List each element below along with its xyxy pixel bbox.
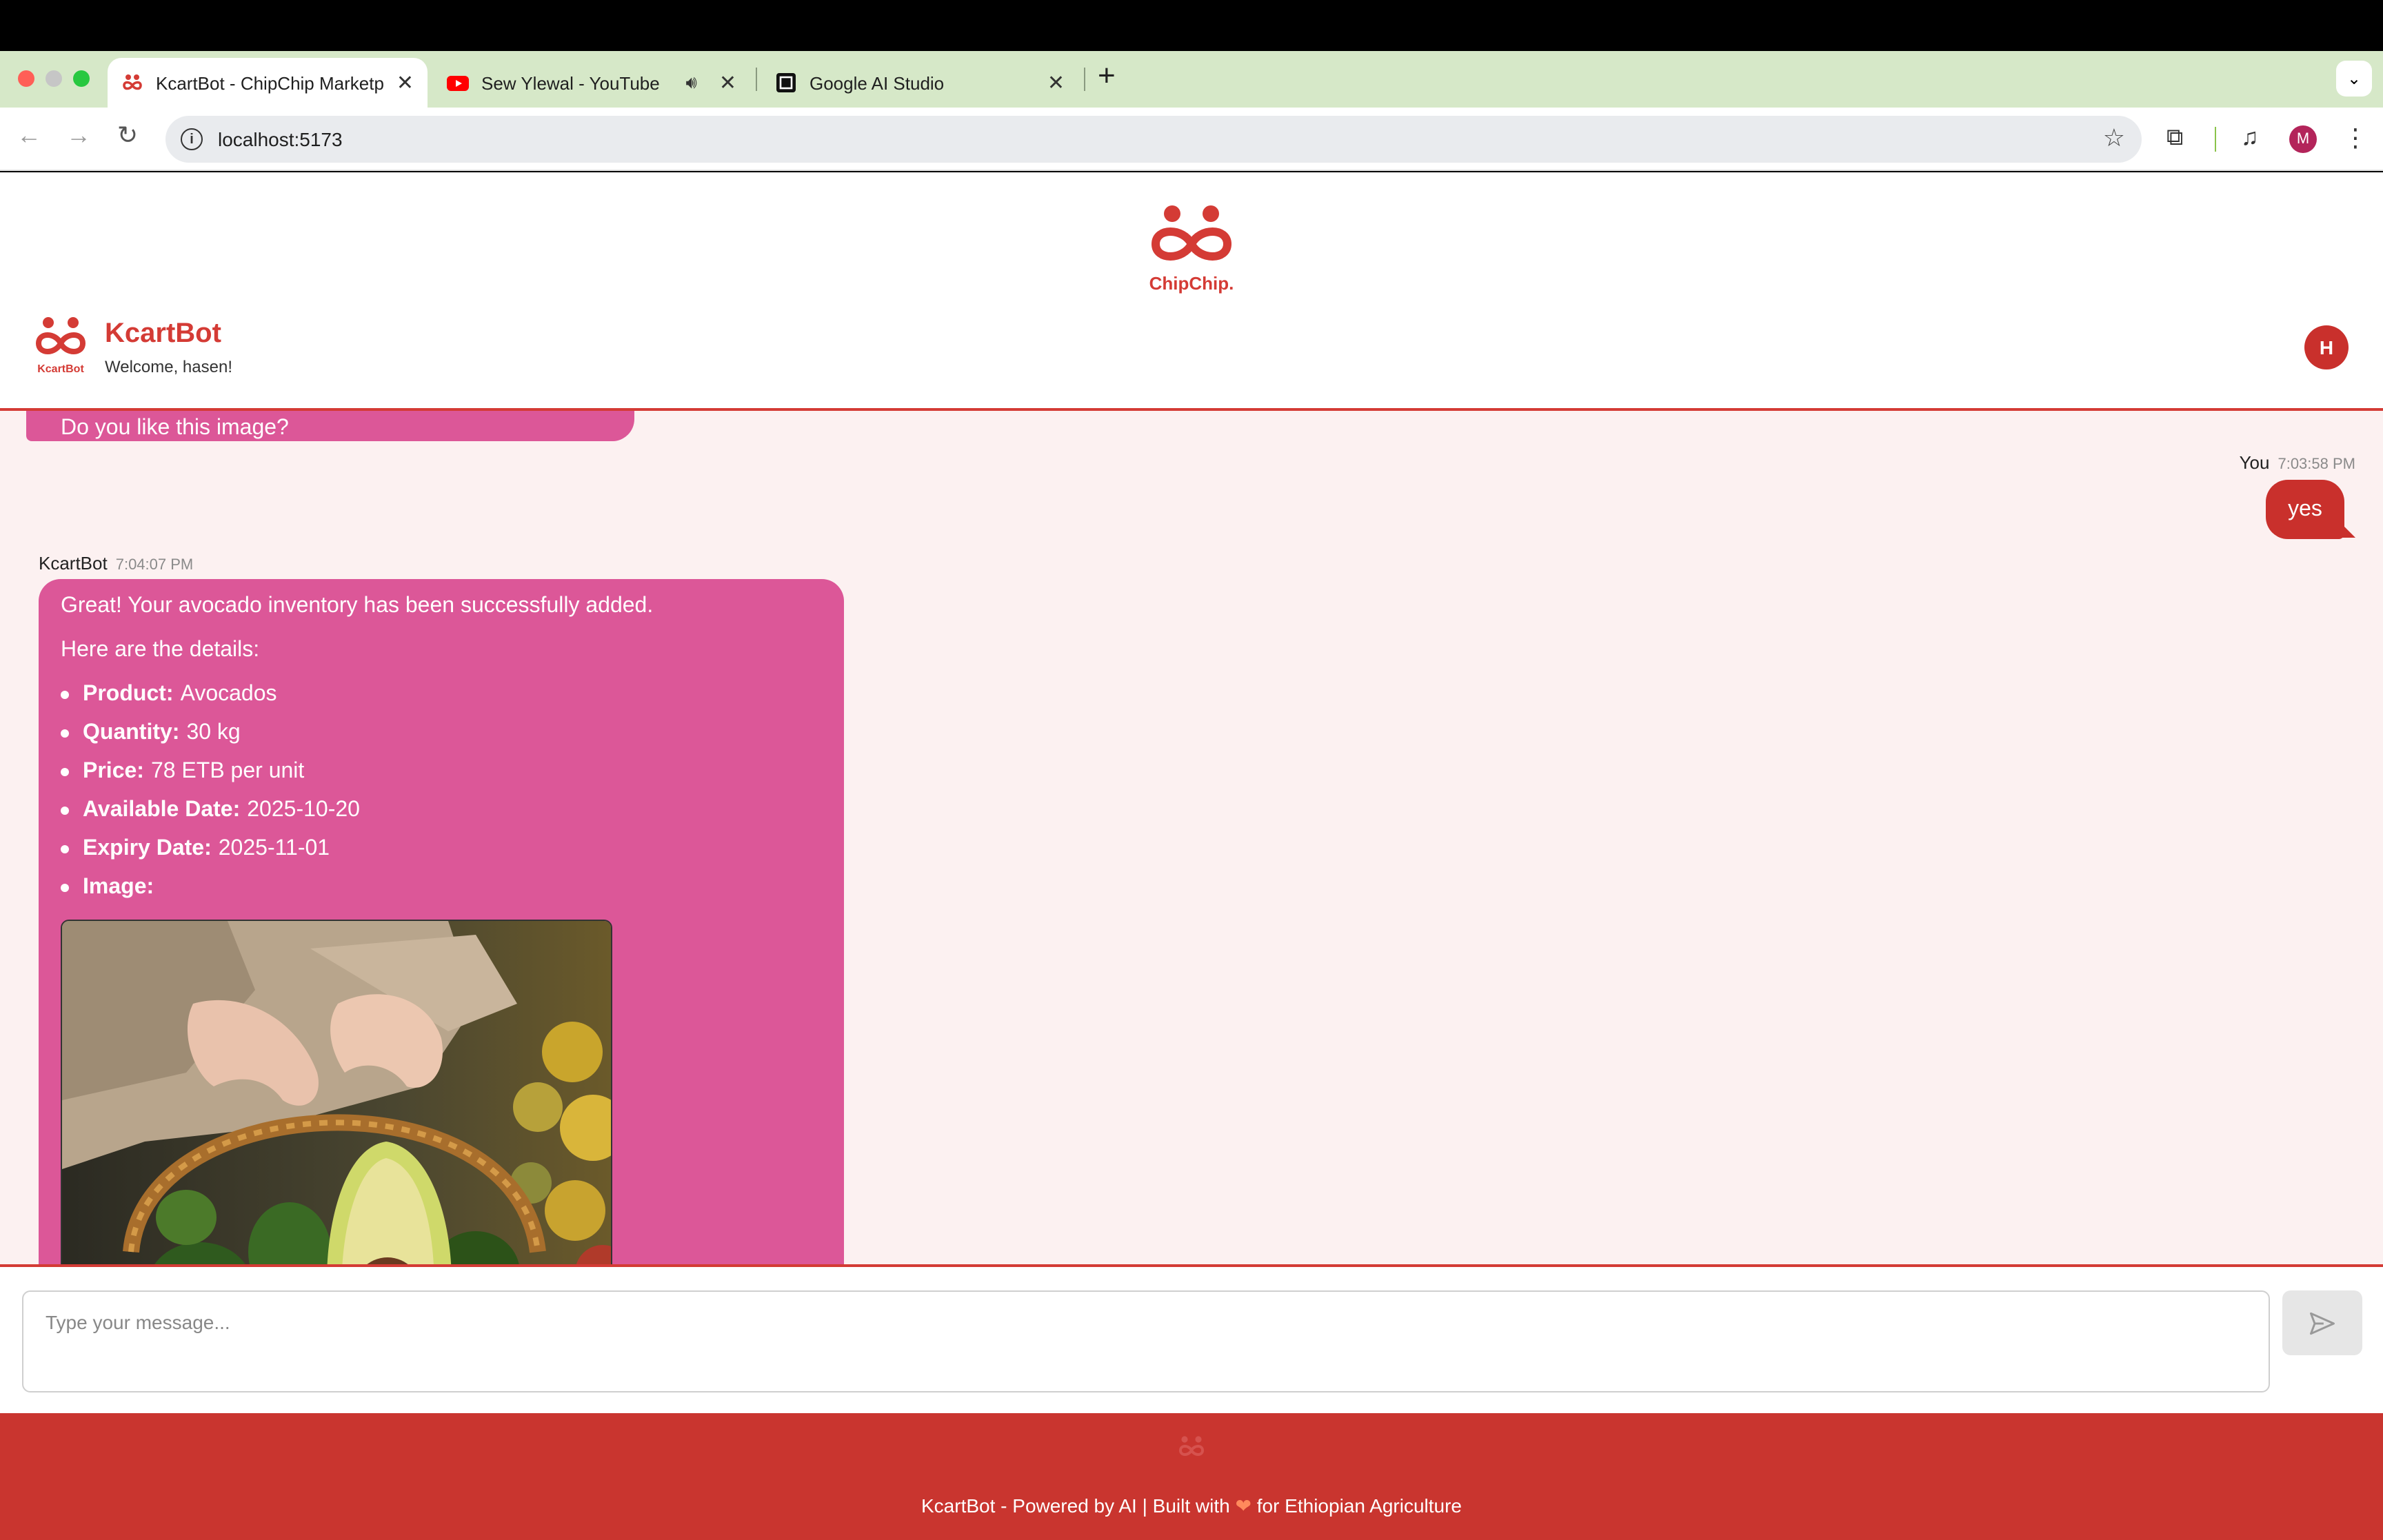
send-icon <box>2310 1311 2335 1335</box>
footer-text-start: KcartBot - Powered by AI | Built with <box>921 1495 1230 1517</box>
youtube-icon <box>447 76 469 91</box>
footer-text: KcartBot - Powered by AI | Built with ❤ … <box>0 1495 2383 1518</box>
tab-title: Sew Ylewal - YouTube <box>481 72 660 93</box>
user-message-bubble: yes <box>2266 480 2344 539</box>
app-header: ChipChip. KcartBot KcartBot Welcome, has… <box>0 172 2383 411</box>
speaker-icon[interactable]: 🔊︎ <box>685 72 696 94</box>
bot-sender: KcartBot <box>39 553 108 574</box>
bot-message-time: 7:04:07 PM <box>115 557 194 574</box>
chipchip-logo: ChipChip. <box>1142 203 1241 294</box>
url-text[interactable]: localhost:5173 <box>218 128 343 150</box>
browser-toolbar: ← → ↻ i localhost:5173 ☆ ⧉ ♫ M ⋮ <box>0 108 2383 171</box>
reload-icon[interactable]: ↻ <box>117 121 138 150</box>
bot-intro-text: Great! Your avocado inventory has been s… <box>61 594 654 618</box>
kcartbot-logo-icon <box>35 317 86 354</box>
back-icon[interactable]: ← <box>17 121 41 150</box>
bot-message-bubble: Great! Your avocado inventory has been s… <box>39 579 844 1264</box>
footer: KcartBot - Powered by AI | Built with ❤ … <box>0 1413 2383 1540</box>
close-tab-icon[interactable]: ✕ <box>396 70 414 95</box>
footer-text-end: for Ethiopian Agriculture <box>1256 1495 1462 1517</box>
page-title: KcartBot <box>105 318 221 349</box>
user-message-text: yes <box>2288 497 2322 520</box>
tab-title: Google AI Studio <box>810 72 945 93</box>
tab-search-chevron-icon[interactable]: ⌄ <box>2336 61 2372 97</box>
maximize-window-button[interactable] <box>73 70 90 87</box>
toolbar-divider <box>2215 127 2216 152</box>
list-item: Product: Avocados <box>61 682 277 707</box>
forward-icon[interactable]: → <box>66 121 91 150</box>
heart-icon: ❤ <box>1235 1495 1251 1517</box>
ai-studio-icon <box>776 73 796 92</box>
previous-bot-text: Do you like this image? <box>61 416 289 440</box>
tab-title: KcartBot - ChipChip Marketplace <box>156 72 385 93</box>
chipchip-logo-text: ChipChip. <box>1149 273 1234 294</box>
tab-separator <box>1084 68 1085 91</box>
close-tab-icon[interactable]: ✕ <box>1047 70 1065 95</box>
media-control-icon[interactable]: ♫ <box>2241 124 2259 152</box>
list-item: Image: <box>61 875 161 900</box>
chat-messages[interactable]: Do you like this image? You 7:03:58 PM ye… <box>0 411 2383 1264</box>
previous-bot-message: Do you like this image? <box>26 411 634 441</box>
close-window-button[interactable] <box>18 70 34 87</box>
user-message-meta: You 7:03:58 PM <box>2240 452 2355 473</box>
tab-separator <box>756 68 757 91</box>
user-message-time: 7:03:58 PM <box>2278 456 2355 473</box>
kcartbot-logo-text: KcartBot <box>37 363 84 375</box>
tab-kcartbot[interactable]: KcartBot - ChipChip Marketplace ✕ <box>108 58 428 108</box>
list-item: Available Date: 2025-10-20 <box>61 798 360 823</box>
address-bar[interactable]: i localhost:5173 ☆ <box>165 116 2142 163</box>
app-page: ChipChip. KcartBot KcartBot Welcome, has… <box>0 172 2383 1540</box>
bookmark-star-icon[interactable]: ☆ <box>2103 124 2125 153</box>
list-item: Quantity: 30 kg <box>61 721 241 746</box>
list-item: Price: 78 ETB per unit <box>61 760 304 784</box>
avocado-photo <box>62 921 611 1264</box>
message-input[interactable] <box>22 1290 2270 1392</box>
more-menu-icon[interactable]: ⋮ <box>2343 124 2368 153</box>
user-avatar[interactable]: H <box>2304 325 2349 369</box>
tab-youtube[interactable]: Sew Ylewal - YouTube 🔊︎ ✕ <box>433 58 750 108</box>
user-sender: You <box>2239 452 2270 473</box>
tab-strip: KcartBot - ChipChip Marketplace ✕ Sew Yl… <box>0 51 2383 108</box>
close-tab-icon[interactable]: ✕ <box>719 70 736 95</box>
new-tab-icon[interactable]: + <box>1098 59 1116 92</box>
details-heading: Here are the details: <box>61 638 260 662</box>
list-item: Expiry Date: 2025-11-01 <box>61 837 330 862</box>
bot-message-meta: KcartBot 7:04:07 PM <box>39 553 193 574</box>
send-button[interactable] <box>2282 1290 2362 1355</box>
minimize-window-button[interactable] <box>46 70 62 87</box>
site-info-icon[interactable]: i <box>181 128 203 150</box>
extensions-icon[interactable]: ⧉ <box>2166 124 2183 152</box>
message-composer <box>0 1264 2383 1402</box>
profile-avatar[interactable]: M <box>2289 125 2317 153</box>
menu-bar <box>0 0 2383 51</box>
chipchip-logo-icon <box>1151 205 1232 261</box>
chipchip-favicon-icon <box>123 74 142 90</box>
avocado-basket-image[interactable] <box>61 920 612 1264</box>
welcome-text: Welcome, hasen! <box>105 357 232 376</box>
tab-ai-studio[interactable]: Google AI Studio ✕ <box>761 58 1078 108</box>
footer-logo-icon <box>1178 1436 1205 1456</box>
kcartbot-logo: KcartBot <box>30 316 91 375</box>
